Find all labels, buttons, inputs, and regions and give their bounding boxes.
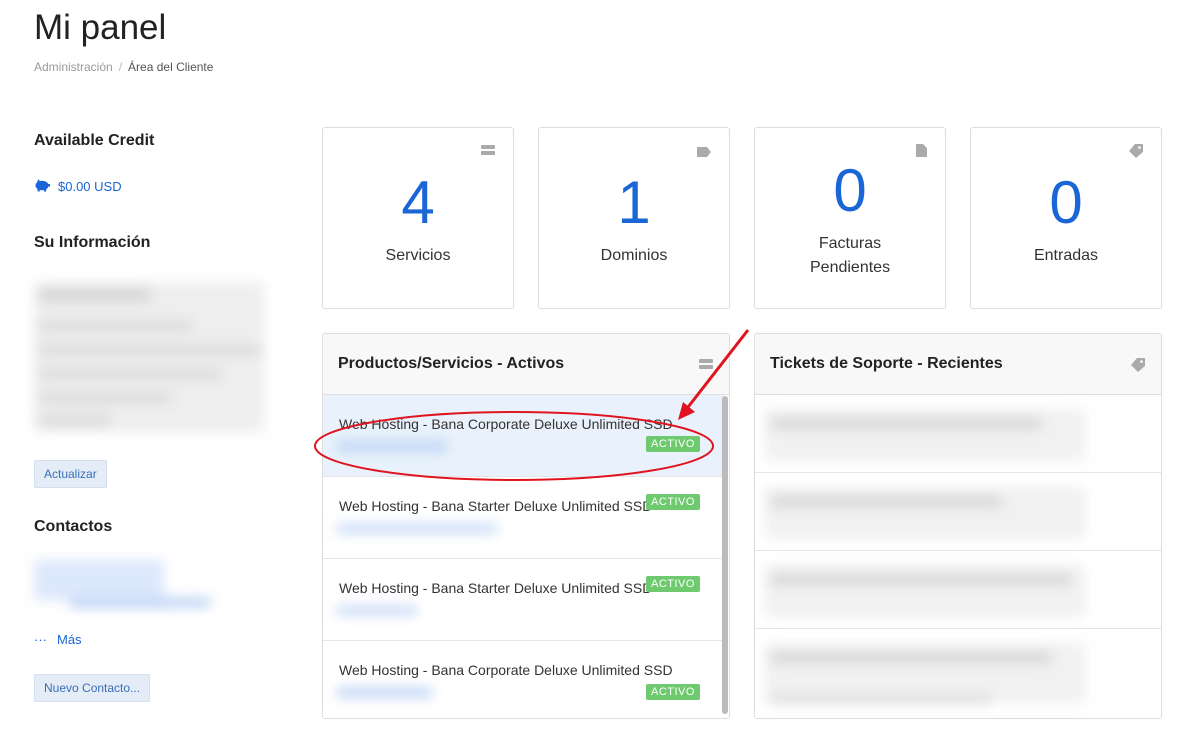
service-row[interactable]: Web Hosting - Bana Starter Deluxe Unlimi… (323, 477, 723, 559)
piggy-bank-icon (34, 178, 50, 195)
tickets-panel-title: Tickets de Soporte - Recientes (770, 355, 1003, 372)
service-row[interactable]: Web Hosting - Bana Starter Deluxe Unlimi… (323, 559, 723, 641)
scrollbar[interactable] (722, 396, 728, 714)
invoices-label: Facturas Pendientes (810, 235, 891, 276)
page-title: Mi panel (34, 8, 167, 47)
ticket-row[interactable] (755, 551, 1161, 629)
service-name: Web Hosting - Bana Starter Deluxe Unlimi… (339, 498, 653, 514)
ticket-row[interactable] (755, 629, 1161, 706)
credit-heading: Available Credit (34, 132, 155, 149)
services-label: Servicios (385, 247, 451, 264)
new-contact-button[interactable]: Nuevo Contacto... (34, 674, 151, 702)
domains-count: 1 (617, 169, 651, 236)
service-domain-blurred (337, 442, 447, 451)
ellipsis-icon: ··· (34, 632, 47, 647)
service-name: Web Hosting - Bana Corporate Deluxe Unli… (339, 416, 673, 432)
tile-services[interactable]: 4 Servicios (322, 127, 514, 309)
service-domain-blurred (337, 688, 432, 697)
status-badge: ACTIVO (646, 684, 700, 700)
status-badge: ACTIVO (646, 436, 700, 452)
tickets-label: Entradas (1033, 247, 1099, 264)
services-panel-title: Productos/Servicios - Activos (338, 355, 565, 372)
credit-amount: $0.00 USD (34, 178, 122, 195)
tile-invoices[interactable]: 0 Facturas Pendientes (754, 127, 946, 309)
service-name: Web Hosting - Bana Starter Deluxe Unlimi… (339, 580, 653, 596)
service-name: Web Hosting - Bana Corporate Deluxe Unli… (339, 662, 673, 678)
tickets-panel: Tickets de Soporte - Recientes (754, 333, 1162, 719)
services-panel: Productos/Servicios - Activos Web Hostin… (322, 333, 730, 719)
service-row[interactable]: Web Hosting - Bana Corporate Deluxe Unli… (323, 641, 723, 718)
info-heading: Su Información (34, 234, 151, 251)
breadcrumb-separator: / (118, 60, 123, 74)
tickets-count: 0 (1049, 169, 1083, 236)
status-badge: ACTIVO (646, 576, 700, 592)
ticket-row[interactable] (755, 395, 1161, 473)
invoices-count: 0 (833, 157, 867, 224)
status-badge: ACTIVO (646, 494, 700, 510)
tickets-panel-header: Tickets de Soporte - Recientes (755, 334, 1161, 395)
update-button[interactable]: Actualizar (34, 460, 107, 488)
breadcrumb: Administración / Área del Cliente (34, 60, 213, 74)
service-row[interactable]: Web Hosting - Bana Corporate Deluxe Unli… (323, 395, 723, 477)
ticket-icon (1131, 358, 1145, 377)
server-icon (699, 358, 713, 376)
tile-domains[interactable]: 1 Dominios (538, 127, 730, 309)
ticket-icon (1129, 144, 1143, 163)
tile-tickets[interactable]: 0 Entradas (970, 127, 1162, 309)
more-label: Más (57, 632, 82, 647)
breadcrumb-item-current: Área del Cliente (128, 60, 214, 74)
tag-icon (697, 144, 711, 162)
domains-label: Dominios (600, 247, 668, 264)
service-domain-blurred (337, 606, 417, 615)
services-count: 4 (401, 169, 435, 236)
more-contacts-link[interactable]: ··· Más (34, 632, 82, 647)
breadcrumb-item-admin[interactable]: Administración (34, 60, 113, 74)
server-icon (481, 144, 495, 162)
service-domain-blurred (337, 524, 497, 533)
contacts-heading: Contactos (34, 518, 113, 535)
services-panel-header: Productos/Servicios - Activos (323, 334, 729, 395)
credit-value: $0.00 USD (58, 179, 122, 194)
ticket-row[interactable] (755, 473, 1161, 551)
